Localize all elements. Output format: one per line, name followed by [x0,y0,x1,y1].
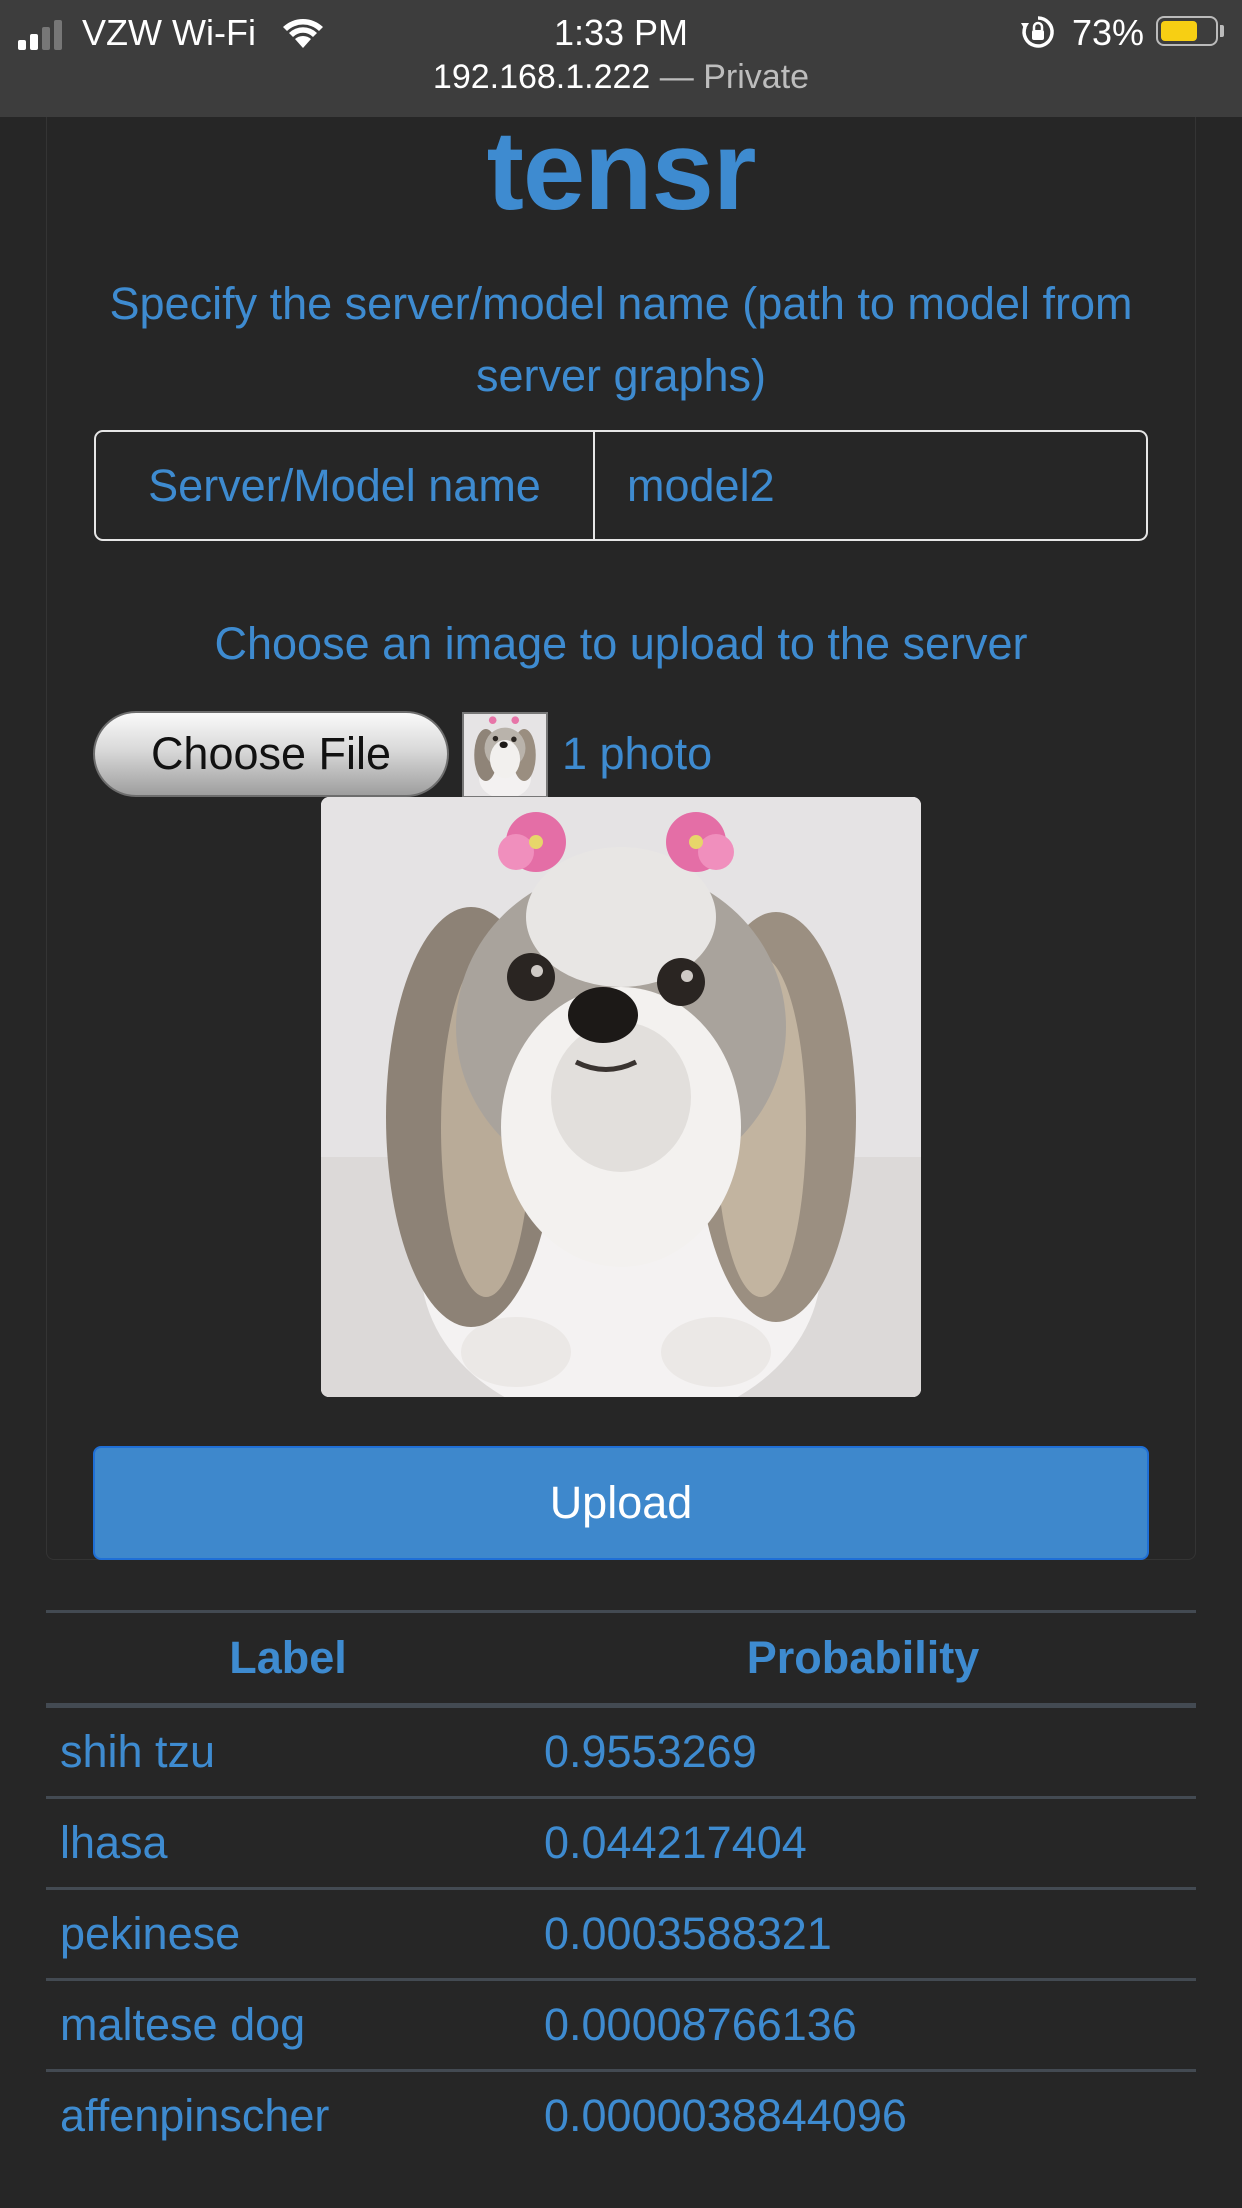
upload-help-text: Choose an image to upload to the server [214,618,1028,669]
column-header-label: Label [229,1632,347,1683]
row-label: affenpinscher [60,2090,330,2141]
battery-level-fill [1161,21,1198,41]
table-row: maltese dog 0.00008766136 [46,1981,1196,2072]
results-table: Label Probability shih tzu 0.9553269 lha… [46,1610,1196,2160]
photo-count: 1 photo [562,728,713,779]
row-label: pekinese [60,1908,241,1959]
selected-photo-thumbnail [462,712,548,798]
choose-file-button[interactable]: Choose File [93,711,449,797]
model-input-group: Server/Model name model2 [94,430,1148,541]
column-header-probability: Probability [746,1632,980,1683]
row-probability: 0.00008766136 [544,1999,857,2050]
url-separator: — [659,58,694,96]
row-label: maltese dog [60,1999,306,2050]
row-probability: 0.0000038844096 [544,2090,907,2141]
rotation-lock-icon [1021,16,1054,48]
table-row: lhasa 0.044217404 [46,1799,1196,1890]
model-field-label: Server/Model name [96,432,595,539]
url-bar[interactable]: 192.168.1.222 — Private [0,58,1242,97]
table-row: pekinese 0.0003588321 [46,1890,1196,1981]
url-host: 192.168.1.222 [432,58,651,96]
status-bar: VZW Wi-Fi 1:33 PM 73% [0,6,1242,56]
dog-preview-image [321,797,921,1397]
dog-thumbnail-image [464,714,546,796]
battery-icon [1156,16,1218,46]
table-row: affenpinscher 0.0000038844096 [46,2072,1196,2160]
battery-nub [1220,25,1224,37]
brand-title: tensr [486,108,757,233]
row-probability: 0.9553269 [544,1726,757,1777]
private-mode-label: Private [703,58,810,96]
row-label: shih tzu [60,1726,216,1777]
model-name-input[interactable]: model2 [627,432,775,539]
browser-top-bar: VZW Wi-Fi 1:33 PM 73% 192.168.1.222 — Pr… [0,0,1242,117]
row-probability: 0.0003588321 [544,1908,832,1959]
table-header-row: Label Probability [46,1613,1196,1708]
upload-button[interactable]: Upload [93,1446,1149,1560]
row-label: lhasa [60,1817,168,1868]
row-probability: 0.044217404 [544,1817,807,1868]
image-preview [321,797,921,1397]
battery-percentage: 73% [1072,12,1145,53]
model-help-text: Specify the server/model name (path to m… [109,278,1133,401]
table-row: shih tzu 0.9553269 [46,1708,1196,1799]
